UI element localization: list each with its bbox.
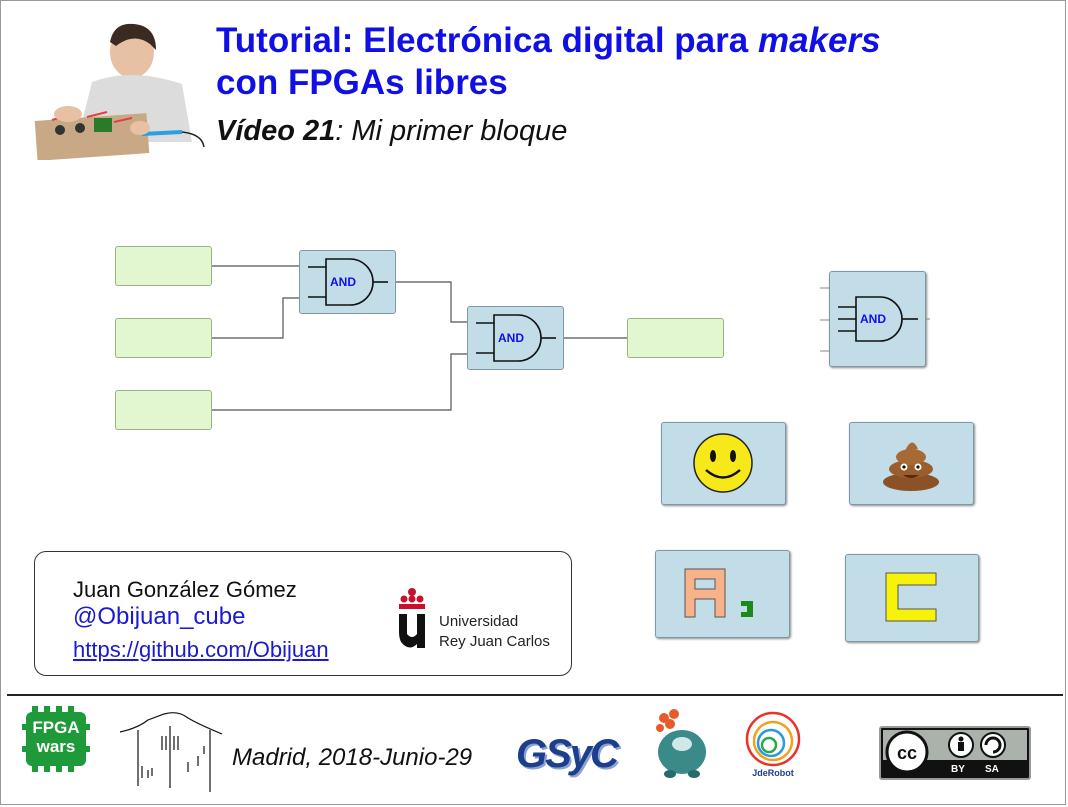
wires <box>210 265 628 411</box>
input-box-2 <box>115 318 212 358</box>
letter-c-icon <box>885 572 937 622</box>
and-gate-2: AND <box>467 306 564 370</box>
smiley-card <box>661 422 786 505</box>
jderobot-logo: JdeRobot <box>744 710 802 782</box>
github-link[interactable]: https://github.com/Obijuan <box>73 637 329 663</box>
and3-label: AND <box>860 312 886 326</box>
poop-icon <box>883 442 939 491</box>
cc-license-badge: cc BY SA <box>879 726 1031 780</box>
poop-card <box>849 422 974 505</box>
input-box-3 <box>115 390 212 430</box>
jderobot-logo-text: JdeRobot <box>752 768 794 778</box>
letter-a-card <box>655 550 790 638</box>
author-name: Juan González Gómez <box>73 577 297 602</box>
input-box-1 <box>115 246 212 286</box>
event-date: Madrid, 2018-Junio-29 <box>232 744 473 771</box>
cc-sa-label: SA <box>985 764 999 775</box>
cc-by-label: BY <box>951 764 965 775</box>
and3-block: AND <box>820 271 930 367</box>
fpgawars-logo: FPGA wars <box>22 706 90 772</box>
university-name: Universidad Rey Juan Carlos <box>439 613 550 650</box>
and-gate-label: AND <box>498 331 524 345</box>
gsyc-logo: GSyC <box>516 732 628 776</box>
letter-c-card <box>845 554 979 642</box>
letter-a-icon <box>684 568 753 618</box>
urjc-logo-icon <box>399 588 425 648</box>
gsyc-logo-text: GSyC <box>516 732 619 776</box>
smiley-icon <box>693 433 753 493</box>
and-gate-label: AND <box>330 275 356 289</box>
robot-mascot-icon <box>656 709 706 778</box>
svg-text:cc: cc <box>897 743 917 763</box>
and-gate-1: AND <box>299 250 396 314</box>
fpgawars-line2: wars <box>36 737 76 756</box>
fpgawars-line1: FPGA <box>32 718 80 737</box>
castle-sketch <box>119 712 223 792</box>
jderobot-logo-icon <box>745 711 801 767</box>
author-handle: @Obijuan_cube <box>73 603 246 630</box>
output-box <box>627 318 724 358</box>
footer-divider <box>7 694 1063 696</box>
author-box: Juan González Gómez @Obijuan_cube https:… <box>34 551 572 676</box>
